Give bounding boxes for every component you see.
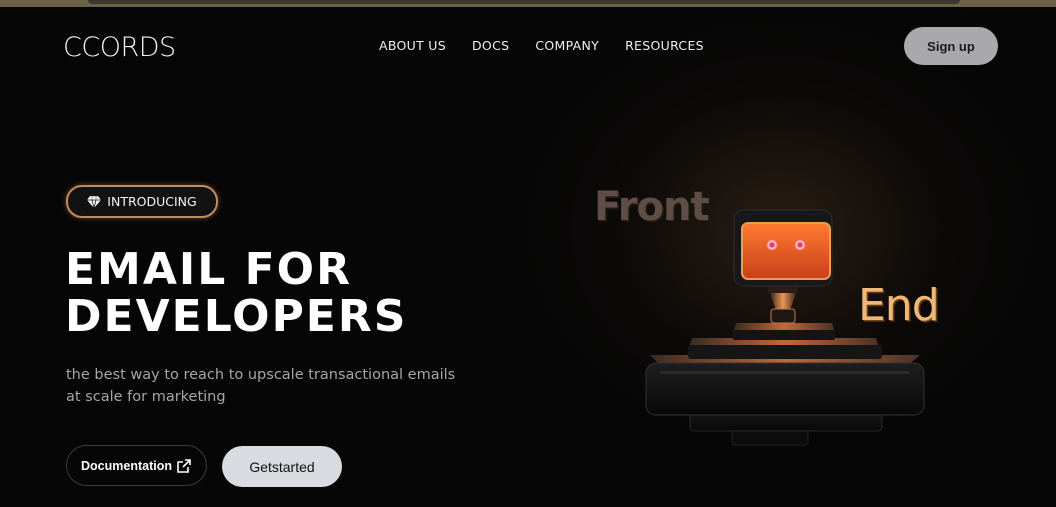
signup-button[interactable]: Sign up <box>904 27 998 65</box>
headline-line-2: DEVELOPERS <box>65 291 408 342</box>
get-started-button[interactable]: Getstarted <box>222 446 342 487</box>
base-body <box>645 362 925 416</box>
end-word: End <box>858 280 940 331</box>
logo[interactable]: CCORDS <box>63 32 176 63</box>
hero-subtitle: the best way to reach to upscale transac… <box>66 367 456 405</box>
documentation-label: Documentation <box>81 458 172 473</box>
browser-top-strip <box>0 0 1056 7</box>
diamond-icon <box>87 195 102 208</box>
headline-line-1: EMAIL FOR <box>65 244 352 295</box>
top-strip-inner <box>88 0 960 4</box>
badge-label: INTRODUCING <box>107 194 197 209</box>
nav-resources[interactable]: RESOURCES <box>625 38 704 53</box>
landing-page: CCORDS ABOUT US DOCS COMPANY RESOURCES S… <box>0 0 1056 507</box>
nav-about-us[interactable]: ABOUT US <box>379 38 446 53</box>
robot-screen <box>741 222 831 280</box>
introducing-badge: INTRODUCING <box>66 185 218 218</box>
nav-company[interactable]: COMPANY <box>535 38 599 53</box>
nav-docs[interactable]: DOCS <box>472 38 509 53</box>
hero-headline: EMAIL FOR DEVELOPERS <box>65 246 407 340</box>
main-nav: ABOUT US DOCS COMPANY RESOURCES <box>379 38 704 53</box>
external-link-icon <box>177 458 191 473</box>
documentation-button[interactable]: Documentation <box>66 445 207 486</box>
